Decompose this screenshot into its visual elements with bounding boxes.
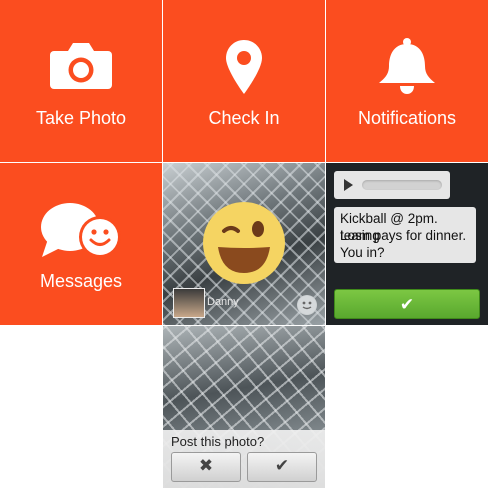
message-tile: Kickball @ 2pm. Losing team pays for din… (326, 163, 488, 325)
notifications-label: Notifications (357, 108, 457, 128)
message-line-2: team pays for dinner. (340, 228, 467, 243)
confirm-button[interactable]: ✔ (247, 452, 317, 482)
take-photo-tile[interactable]: Take Photo (0, 0, 162, 162)
messages-label: Messages (39, 271, 123, 291)
winking-smiley-icon (203, 202, 285, 284)
checkmark-icon: ✔ (274, 456, 290, 475)
voice-message-bubble[interactable] (334, 171, 450, 199)
reject-button[interactable]: ✖ (171, 452, 241, 482)
post-photo-tile: Post this photo? ✖ ✔ (163, 326, 325, 488)
bell-icon (379, 38, 435, 94)
friend-name: Danny (207, 296, 239, 308)
post-photo-question: Post this photo? (171, 434, 265, 449)
check-in-label: Check In (208, 108, 280, 128)
play-icon[interactable] (344, 179, 353, 191)
avatar (173, 288, 205, 318)
location-pin-icon (226, 40, 262, 94)
checkmark-icon: ✔ (399, 295, 415, 314)
chat-bubbles-icon (41, 203, 121, 258)
accept-button[interactable]: ✔ (334, 289, 480, 319)
message-bubble: Kickball @ 2pm. Losing team pays for din… (334, 207, 476, 263)
message-line-3: You in? (340, 245, 385, 260)
post-photo-bar: Post this photo? ✖ ✔ (163, 430, 325, 488)
close-icon: ✖ (198, 456, 214, 475)
audio-progress-bar[interactable] (362, 180, 442, 190)
messages-tile[interactable]: Messages (0, 163, 162, 325)
friend-reaction-tile[interactable]: Danny (163, 163, 325, 325)
take-photo-label: Take Photo (35, 108, 127, 128)
camera-icon (50, 43, 112, 89)
notifications-tile[interactable]: Notifications (326, 0, 488, 162)
check-in-tile[interactable]: Check In (163, 0, 325, 162)
smiley-icon[interactable] (297, 295, 317, 315)
